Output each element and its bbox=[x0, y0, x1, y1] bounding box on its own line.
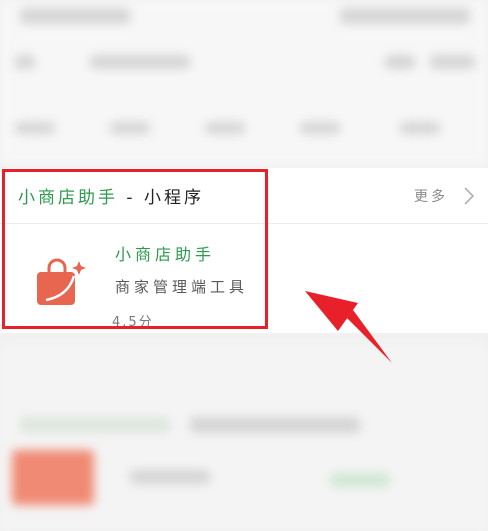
arrow-annotation-icon bbox=[305, 291, 392, 363]
chevron-right-icon[interactable] bbox=[462, 186, 476, 206]
blurred-background-top bbox=[0, 0, 488, 165]
more-link[interactable]: 更多 bbox=[414, 186, 448, 206]
highlight-box bbox=[2, 169, 268, 329]
blurred-background-bottom bbox=[0, 345, 488, 531]
